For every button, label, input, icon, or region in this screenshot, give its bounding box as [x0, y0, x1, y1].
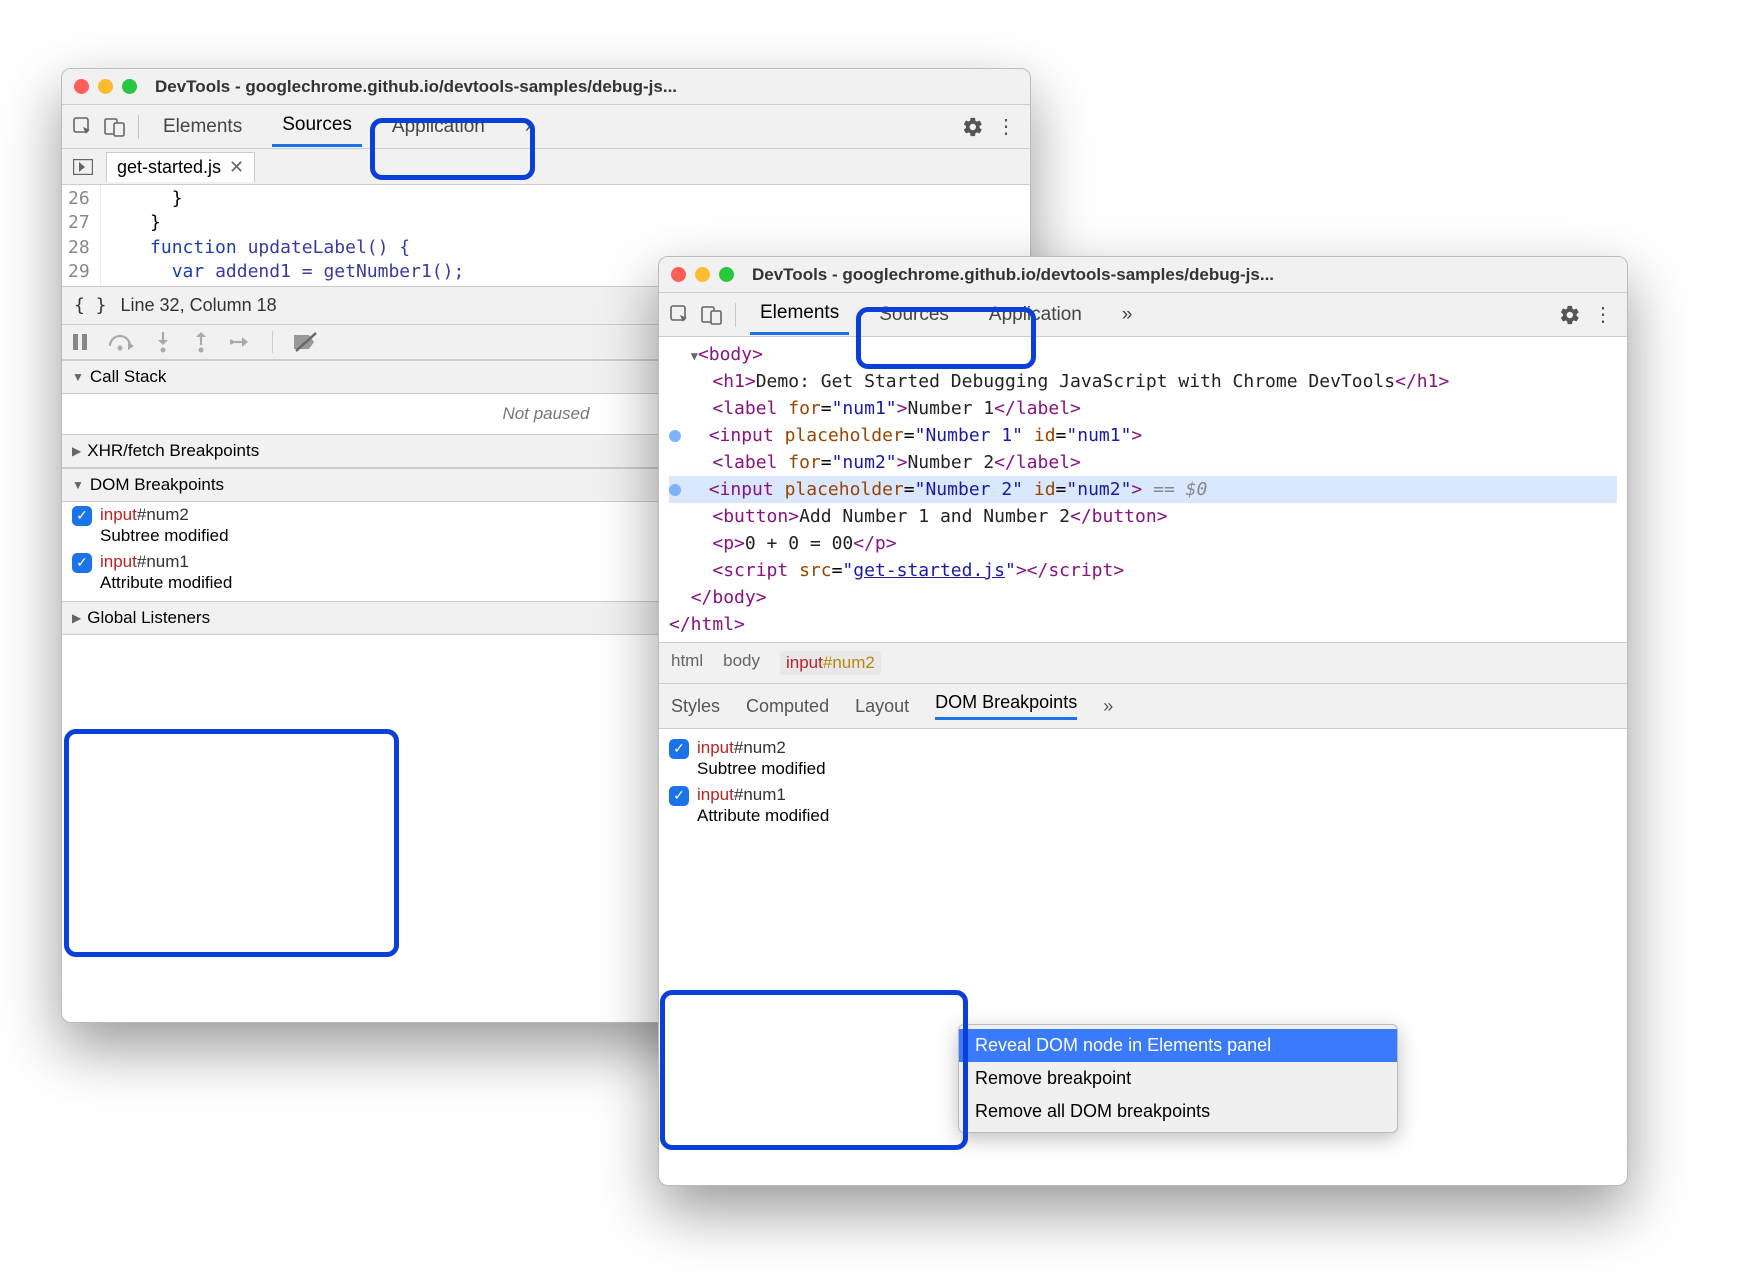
panel-tabs: Elements Sources Application » [750, 294, 1142, 335]
expand-icon: ▶ [72, 611, 81, 625]
dom-node-h1[interactable]: <h1>Demo: Get Started Debugging JavaScri… [669, 368, 1617, 395]
dom-breadcrumb[interactable]: html body input#num2 [659, 642, 1627, 684]
dom-node-input-selected[interactable]: <input placeholder="Number 2" id="num2">… [669, 476, 1617, 503]
dom-node-html-close[interactable]: </html> [669, 611, 1617, 638]
pause-icon[interactable] [72, 333, 88, 351]
dom-breakpoint-item[interactable]: ✓ input#num1Attribute modified [659, 782, 1627, 829]
more-menu-icon[interactable]: ⋮ [996, 114, 1016, 139]
traffic-lights [74, 79, 137, 94]
tab-elements[interactable]: Elements [750, 294, 849, 335]
elements-subtabs: Styles Computed Layout DOM Breakpoints » [659, 684, 1627, 729]
settings-icon[interactable] [1559, 304, 1581, 326]
file-tab[interactable]: get-started.js ✕ [106, 152, 255, 182]
code-content: } } function updateLabel() { var addend1… [101, 185, 471, 286]
tab-application[interactable]: Application [382, 108, 495, 146]
traffic-lights [671, 267, 734, 282]
step-out-icon[interactable] [192, 331, 210, 353]
tabs-overflow-icon[interactable]: » [1112, 296, 1143, 334]
subtab-computed[interactable]: Computed [746, 696, 829, 717]
tabs-overflow-icon[interactable]: » [515, 108, 546, 146]
dom-node-label[interactable]: <label for="num2">Number 2</label> [669, 449, 1617, 476]
panel-tabs: Elements Sources Application » [153, 106, 545, 147]
close-window-icon[interactable] [74, 79, 89, 94]
subtabs-overflow-icon[interactable]: » [1103, 696, 1113, 717]
tab-application[interactable]: Application [979, 296, 1092, 334]
file-tab-bar: get-started.js ✕ [62, 149, 1030, 185]
inspect-icon[interactable] [70, 114, 96, 140]
ctxmenu-remove[interactable]: Remove breakpoint [959, 1062, 1397, 1095]
breakpoint-checkbox[interactable]: ✓ [72, 553, 92, 573]
close-window-icon[interactable] [671, 267, 686, 282]
close-tab-icon[interactable]: ✕ [229, 157, 244, 178]
minimize-window-icon[interactable] [695, 267, 710, 282]
ctxmenu-reveal[interactable]: Reveal DOM node in Elements panel [959, 1029, 1397, 1062]
dom-node-body[interactable]: ▼<body> [669, 341, 1617, 368]
settings-icon[interactable] [962, 116, 984, 138]
tab-sources[interactable]: Sources [869, 296, 959, 334]
device-toggle-icon[interactable] [699, 302, 725, 328]
line-gutter: 26272829 [62, 185, 101, 286]
expand-icon: ▶ [72, 444, 81, 458]
breadcrumb-item-selected[interactable]: input#num2 [780, 651, 881, 675]
step-icon[interactable] [230, 333, 252, 351]
window-titlebar: DevTools - googlechrome.github.io/devtoo… [659, 257, 1627, 293]
file-tab-label: get-started.js [117, 157, 221, 178]
breadcrumb-item[interactable]: html [671, 651, 703, 675]
breakpoint-dot-icon [669, 430, 681, 442]
device-toggle-icon[interactable] [102, 114, 128, 140]
main-toolbar: Elements Sources Application » ⋮ [62, 105, 1030, 149]
breakpoint-checkbox[interactable]: ✓ [669, 786, 689, 806]
context-menu: Reveal DOM node in Elements panel Remove… [958, 1024, 1398, 1133]
maximize-window-icon[interactable] [719, 267, 734, 282]
dom-node-p[interactable]: <p>0 + 0 = 00</p> [669, 530, 1617, 557]
breadcrumb-item[interactable]: body [723, 651, 760, 675]
deactivate-breakpoints-icon[interactable] [293, 332, 317, 352]
breakpoint-checkbox[interactable]: ✓ [72, 506, 92, 526]
minimize-window-icon[interactable] [98, 79, 113, 94]
dom-node-body-close[interactable]: </body> [669, 584, 1617, 611]
navigator-toggle-icon[interactable] [70, 154, 96, 180]
subtab-styles[interactable]: Styles [671, 696, 720, 717]
breakpoint-dot-icon [669, 484, 681, 496]
maximize-window-icon[interactable] [122, 79, 137, 94]
window-title: DevTools - googlechrome.github.io/devtoo… [752, 265, 1274, 285]
devtools-window-elements: DevTools - googlechrome.github.io/devtoo… [658, 256, 1628, 1186]
collapse-icon: ▼ [72, 478, 84, 492]
dom-breakpoint-item[interactable]: ✓ input#num2Subtree modified [659, 735, 1627, 782]
tab-sources[interactable]: Sources [272, 106, 362, 147]
more-menu-icon[interactable]: ⋮ [1593, 302, 1613, 327]
dom-node-label[interactable]: <label for="num1">Number 1</label> [669, 395, 1617, 422]
window-titlebar: DevTools - googlechrome.github.io/devtoo… [62, 69, 1030, 105]
subtab-layout[interactable]: Layout [855, 696, 909, 717]
step-into-icon[interactable] [154, 331, 172, 353]
toolbar-divider [735, 303, 736, 327]
ctxmenu-remove-all[interactable]: Remove all DOM breakpoints [959, 1095, 1397, 1128]
window-title: DevTools - googlechrome.github.io/devtoo… [155, 77, 677, 97]
step-over-icon[interactable] [108, 332, 134, 352]
main-toolbar: Elements Sources Application » ⋮ [659, 293, 1627, 337]
toolbar-divider [138, 115, 139, 139]
breakpoint-checkbox[interactable]: ✓ [669, 739, 689, 759]
cursor-position: Line 32, Column 18 [121, 295, 277, 316]
subtab-dom-breakpoints[interactable]: DOM Breakpoints [935, 692, 1077, 720]
dom-node-script[interactable]: <script src="get-started.js"></script> [669, 557, 1617, 584]
dom-node-input[interactable]: <input placeholder="Number 1" id="num1"> [669, 422, 1617, 449]
dom-tree[interactable]: ▼<body> <h1>Demo: Get Started Debugging … [659, 337, 1627, 642]
collapse-icon: ▼ [72, 370, 84, 384]
inspect-icon[interactable] [667, 302, 693, 328]
tab-elements[interactable]: Elements [153, 108, 252, 146]
dom-node-button[interactable]: <button>Add Number 1 and Number 2</butto… [669, 503, 1617, 530]
